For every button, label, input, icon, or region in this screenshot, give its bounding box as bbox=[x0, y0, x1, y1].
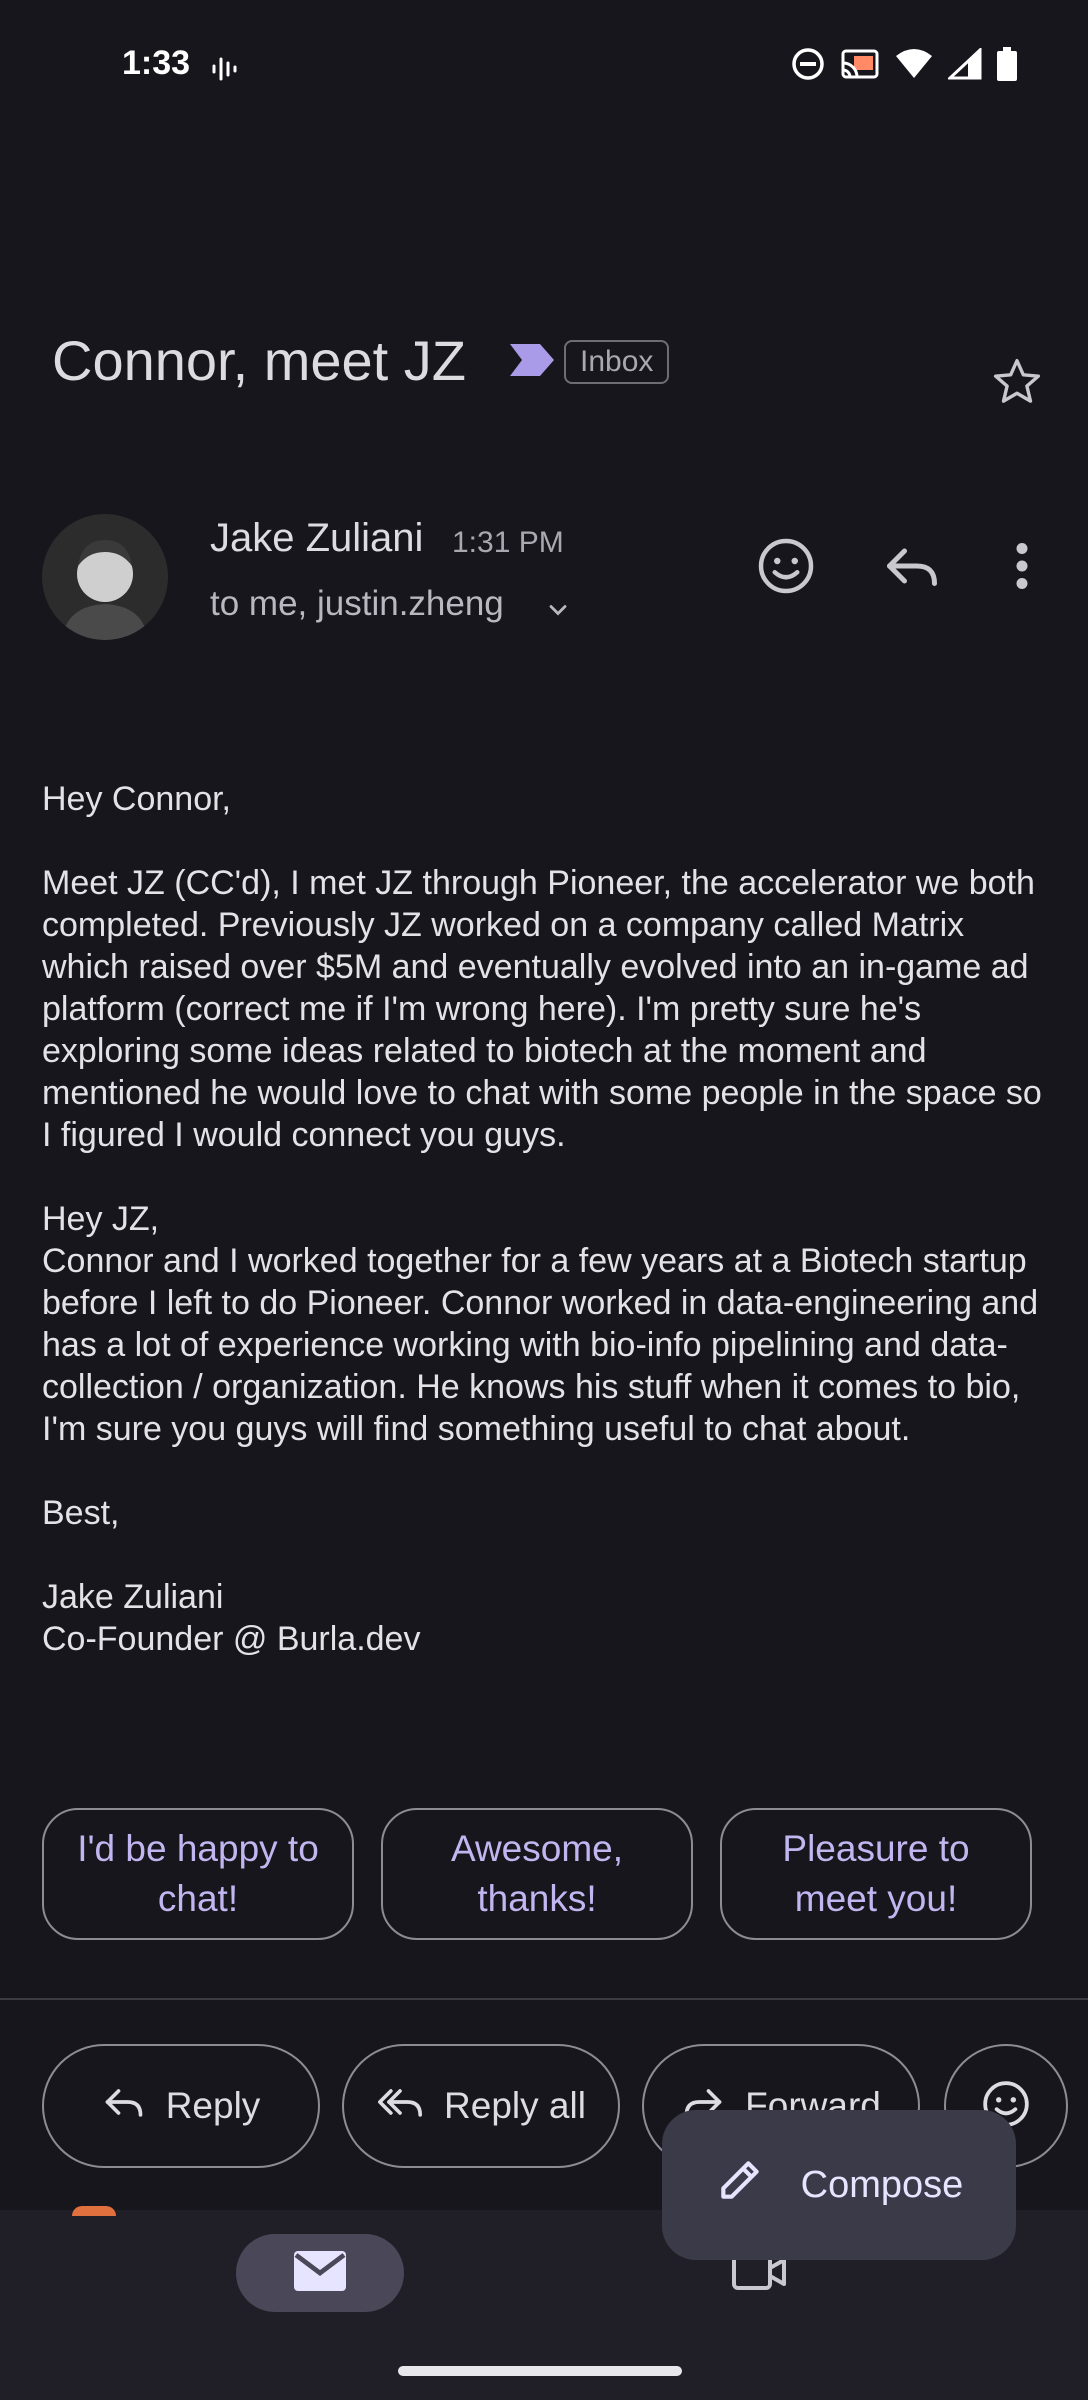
email-subject: Connor, meet JZ bbox=[52, 329, 466, 392]
status-time: 1:33 bbox=[122, 44, 191, 82]
chevron-down-icon[interactable] bbox=[544, 596, 572, 629]
sender-name[interactable]: Jake Zuliani bbox=[210, 516, 423, 561]
dnd-icon bbox=[790, 46, 826, 87]
pencil-icon bbox=[715, 2155, 765, 2215]
smart-reply-chip[interactable]: Awesome, thanks! bbox=[381, 1808, 693, 1940]
reply-icon bbox=[102, 2080, 146, 2133]
next-message-avatar bbox=[72, 2206, 116, 2216]
reply-button[interactable]: Reply bbox=[42, 2044, 320, 2168]
signal-icon bbox=[946, 46, 982, 85]
avatar[interactable] bbox=[42, 514, 168, 640]
sound-wave-icon bbox=[210, 54, 240, 89]
inbox-label-badge[interactable]: Inbox bbox=[564, 340, 670, 384]
compose-label: Compose bbox=[800, 2163, 964, 2206]
reply-all-icon bbox=[376, 2080, 424, 2133]
smart-reply-chip[interactable]: Pleasure to meet you! bbox=[720, 1808, 1032, 1940]
compose-button[interactable]: Compose bbox=[662, 2110, 1016, 2260]
smart-reply-chip[interactable]: I'd be happy to chat! bbox=[42, 1808, 354, 1940]
mail-icon bbox=[292, 2249, 348, 2298]
emoji-icon[interactable] bbox=[756, 536, 816, 601]
reply-all-label: Reply all bbox=[444, 2085, 586, 2126]
divider bbox=[0, 1998, 1088, 2000]
label-arrow-icon bbox=[508, 340, 556, 385]
status-icons bbox=[790, 46, 1018, 87]
gesture-handle bbox=[398, 2366, 682, 2376]
reply-label: Reply bbox=[165, 2085, 261, 2126]
cast-icon bbox=[840, 48, 880, 85]
reply-all-button[interactable]: Reply all bbox=[342, 2044, 620, 2168]
star-icon[interactable] bbox=[990, 355, 1044, 414]
reply-icon[interactable] bbox=[882, 536, 942, 601]
email-body: Hey Connor, Meet JZ (CC'd), I met JZ thr… bbox=[42, 780, 1042, 1658]
wifi-icon bbox=[894, 48, 934, 85]
recipients-line[interactable]: to me, justin.zheng bbox=[210, 584, 504, 624]
more-vert-icon[interactable] bbox=[1004, 536, 1040, 601]
email-time: 1:31 PM bbox=[452, 526, 564, 559]
battery-icon bbox=[996, 47, 1018, 86]
nav-mail-tab[interactable] bbox=[236, 2234, 404, 2312]
